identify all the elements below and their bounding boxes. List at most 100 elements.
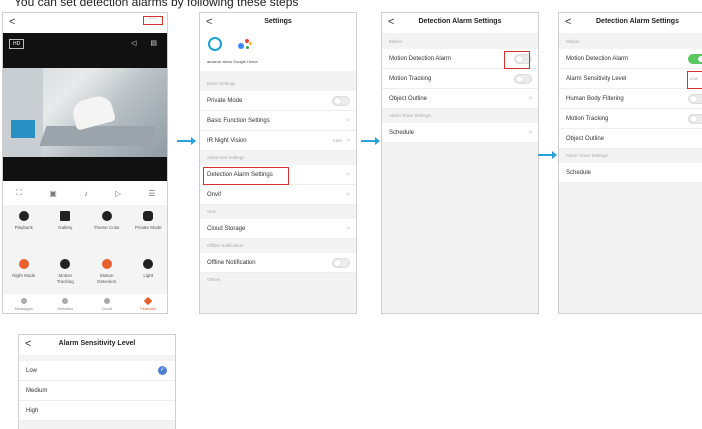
section-vas: VAS: [200, 205, 356, 219]
row-onvif[interactable]: Onvif >: [200, 185, 356, 205]
ir-night-vision-value: Auto: [332, 138, 342, 143]
row-motion-detection-alarm: Motion Detection Alarm: [559, 49, 702, 69]
chevron-right-icon: >: [346, 138, 350, 144]
palette-icon: [101, 211, 112, 221]
section-basic-settings: Basic Settings: [200, 77, 356, 91]
option-low[interactable]: Low ✓: [19, 361, 175, 381]
nav-bar: < ···: [3, 13, 167, 33]
chevron-right-icon: >: [346, 172, 350, 178]
more-options-button[interactable]: ···: [143, 15, 163, 25]
row-schedule[interactable]: Schedule: [559, 163, 702, 183]
detection-alarm-enabled-screen: < Detection Alarm Settings Motion Motion…: [558, 12, 702, 314]
section-motion: Motion: [559, 35, 702, 49]
tab-features[interactable]: Features: [128, 294, 168, 313]
row-schedule[interactable]: Schedule >: [382, 123, 538, 143]
speaker-icon[interactable]: ◁ ▤: [131, 39, 163, 47]
chevron-right-icon: >: [528, 130, 532, 136]
feature-theme-color[interactable]: Theme Color: [86, 205, 128, 253]
play-icon: [18, 211, 29, 221]
row-cloud-storage[interactable]: Cloud Storage >: [200, 219, 356, 239]
record-icon[interactable]: ▷: [115, 189, 121, 198]
direction-icon: [62, 298, 69, 304]
step-arrow: [361, 137, 380, 145]
page-title: Detection Alarm Settings: [418, 18, 502, 25]
row-object-outline[interactable]: Object Outline >: [382, 89, 538, 109]
nav-bar: < Settings: [200, 13, 356, 33]
private-mode-icon: [143, 211, 154, 221]
highlight-box: [687, 71, 702, 89]
alexa-icon[interactable]: [208, 37, 222, 51]
camera-image: [3, 68, 167, 157]
nav-bar: < Detection Alarm Settings: [382, 13, 538, 33]
section-alarm-timer: Alarm Timer Settings: [382, 109, 538, 123]
control-bar: ⛶ ▣ ♪ ▷ ☰: [3, 181, 167, 205]
amazon-alexa-label: amazon alexa: [207, 59, 232, 64]
highlight-box: [504, 51, 530, 69]
private-mode-toggle[interactable]: [332, 96, 350, 106]
option-medium[interactable]: Medium: [19, 381, 175, 401]
motion-tracking-toggle[interactable]: [514, 74, 532, 84]
row-offline-notification: Offline Notification: [200, 253, 356, 273]
detection-alarm-screen: < Detection Alarm Settings Motion Motion…: [381, 12, 539, 314]
cloud-icon: [103, 298, 110, 304]
screenshot-icon[interactable]: ▣: [49, 189, 57, 198]
human-body-filtering-toggle[interactable]: [688, 94, 702, 104]
motion-detection-alarm-toggle[interactable]: [688, 54, 702, 64]
offline-notification-toggle[interactable]: [332, 258, 350, 268]
detection-list: Motion Motion Detection Alarm Alarm Sens…: [559, 35, 702, 183]
instruction-heading: You can set detection alarms by followin…: [14, 0, 299, 9]
light-icon: [143, 259, 154, 269]
nav-bar: < Detection Alarm Settings: [559, 13, 702, 33]
settings-screen: < Settings amazon alexa Google Home Basi…: [199, 12, 357, 314]
motion-detection-icon: [101, 259, 112, 269]
row-object-outline[interactable]: Object Outline: [559, 129, 702, 149]
section-motion: Motion: [382, 35, 538, 49]
row-alarm-sensitivity-level[interactable]: Alarm Sensitivity Level Low: [559, 69, 702, 89]
fullscreen-icon[interactable]: ⛶: [17, 188, 23, 198]
back-button[interactable]: <: [565, 16, 571, 28]
row-private-mode: Private Mode: [200, 91, 356, 111]
hd-quality-button[interactable]: HD: [9, 39, 25, 49]
menu-icon[interactable]: ☰: [148, 189, 155, 198]
video-feed[interactable]: HD ◁ ▤: [3, 33, 167, 181]
page-title: Settings: [264, 18, 292, 25]
row-human-body-filtering: Human Body Filtering: [559, 89, 702, 109]
section-others: Others: [200, 273, 356, 287]
feature-grid: Playback Gallery Theme Color Private Mod…: [3, 205, 168, 301]
chevron-right-icon: >: [346, 226, 350, 232]
motion-tracking-toggle[interactable]: [688, 114, 702, 124]
feature-playback[interactable]: Playback: [3, 205, 45, 253]
back-button[interactable]: <: [9, 16, 15, 28]
gallery-icon: [60, 211, 71, 221]
option-high[interactable]: High: [19, 401, 175, 421]
section-offline-notification: Offline Notification: [200, 239, 356, 253]
chevron-right-icon: >: [346, 192, 350, 198]
chevron-right-icon: >: [346, 118, 350, 124]
feature-gallery[interactable]: Gallery: [45, 205, 87, 253]
highlight-box: [203, 167, 289, 185]
step-arrow: [538, 151, 557, 159]
google-home-icon[interactable]: [238, 39, 252, 51]
sensitivity-options: Low ✓ Medium High: [19, 361, 175, 421]
features-icon: [144, 296, 153, 306]
bottom-tab-bar: Messages Direction Cloud Features: [3, 294, 168, 313]
tab-direction[interactable]: Direction: [45, 294, 87, 313]
section-advanced-settings: Advanced Settings: [200, 151, 356, 165]
tab-messages[interactable]: Messages: [3, 294, 45, 313]
tab-cloud[interactable]: Cloud: [86, 294, 128, 313]
row-basic-function-settings[interactable]: Basic Function Settings >: [200, 111, 356, 131]
camera-live-screen: < ··· HD ◁ ▤ ⛶ ▣ ♪ ▷ ☰ Playback Gallery …: [2, 12, 168, 314]
night-mode-icon: [18, 259, 29, 269]
section-alarm-timer: Alarm Timer Settings: [559, 149, 702, 163]
checkmark-icon: ✓: [158, 366, 167, 375]
smart-home-brands: amazon alexa Google Home: [200, 33, 356, 71]
feature-private-mode[interactable]: Private Mode: [128, 205, 168, 253]
page-title: Detection Alarm Settings: [596, 18, 679, 25]
bell-icon: [20, 298, 27, 304]
microphone-icon[interactable]: ♪: [84, 189, 88, 198]
google-home-label: Google Home: [233, 59, 258, 64]
chevron-right-icon: >: [528, 96, 532, 102]
alarm-sensitivity-screen: < Alarm Sensitivity Level Low ✓ Medium Hi…: [18, 334, 176, 429]
row-ir-night-vision[interactable]: IR Night Vision Auto >: [200, 131, 356, 151]
nav-bar: < Alarm Sensitivity Level: [19, 335, 175, 355]
